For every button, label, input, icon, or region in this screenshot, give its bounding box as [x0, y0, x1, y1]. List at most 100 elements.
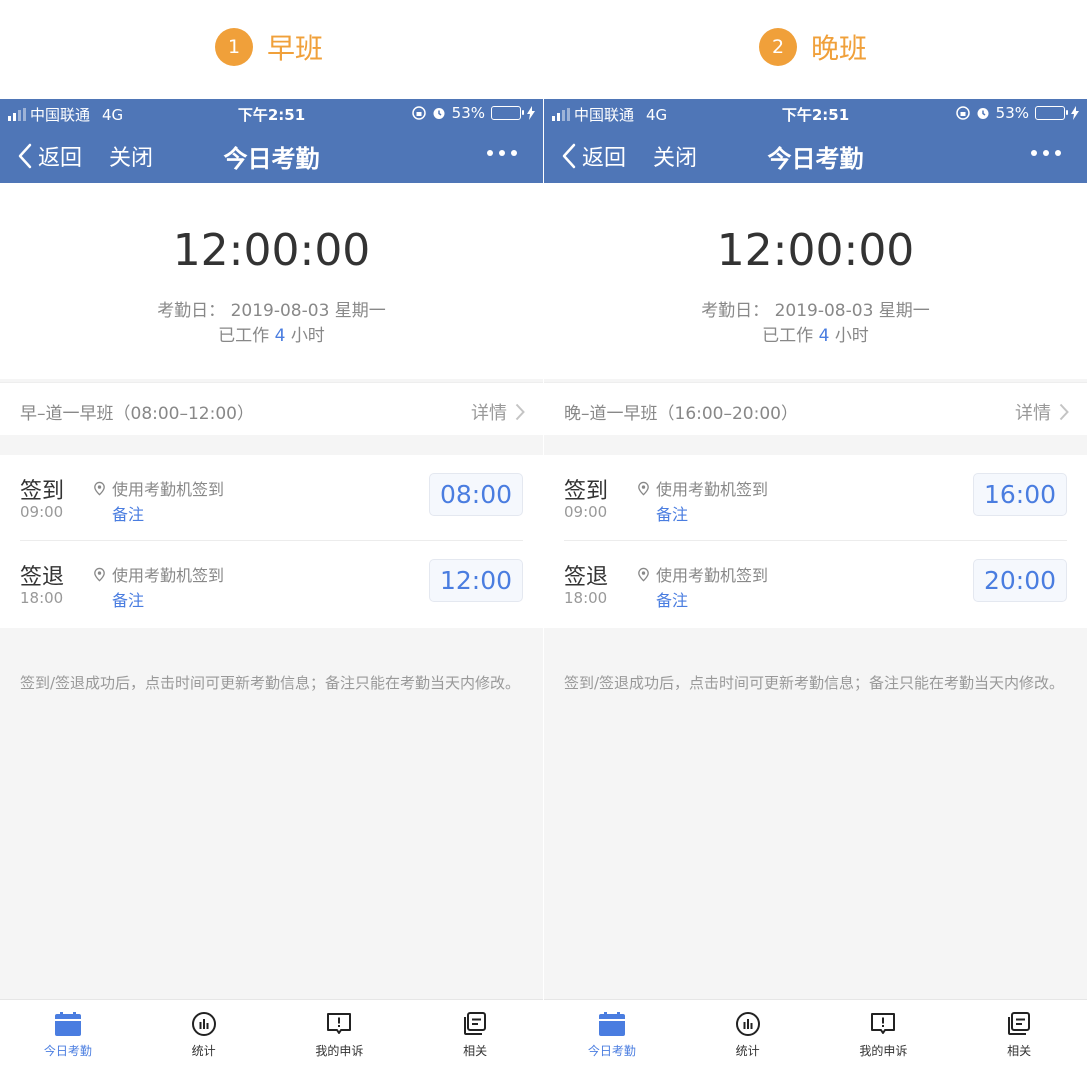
check-out-record: 签退 18:00 使用考勤机签到 备注 12:00: [0, 541, 543, 627]
method-label: 使用考勤机签到: [112, 566, 225, 585]
check-out-time-button[interactable]: 12:00: [429, 559, 523, 602]
note-link[interactable]: 备注: [112, 587, 144, 611]
worked-prefix: 已工作: [218, 326, 270, 346]
tip-text: 签到/签退成功后，点击时间可更新考勤信息；备注只能在考勤当天内修改。: [564, 674, 1065, 692]
date-value: 2019-08-03 星期一: [230, 301, 386, 321]
location-pin-icon: [638, 567, 649, 581]
close-button[interactable]: 关闭: [653, 140, 697, 172]
appeal-icon: [325, 1010, 353, 1038]
clock-panel: 12:00:00 考勤日： 2019-08-03 星期一 已工作 4 小时: [544, 183, 1087, 379]
tab-related[interactable]: 相关: [407, 1000, 543, 1066]
check-out-record: 签退 18:00 使用考勤机签到 备注 20:00: [544, 541, 1087, 627]
check-method: 使用考勤机签到: [636, 476, 768, 500]
current-time: 12:00:00: [716, 225, 915, 276]
note-link[interactable]: 备注: [112, 501, 144, 525]
worked-hours-value: 4: [818, 326, 830, 346]
shift-name: 早–道一早班（08:00–12:00）: [20, 404, 254, 424]
location-pin-icon: [94, 481, 105, 495]
tab-bar: 今日考勤 统计 我的申诉 相关: [0, 999, 543, 1066]
step-number-badge: 1: [215, 28, 253, 66]
shift-row: 早–道一早班（08:00–12:00） 详情: [0, 382, 543, 435]
note-link[interactable]: 备注: [656, 501, 688, 525]
close-button[interactable]: 关闭: [109, 140, 153, 172]
charging-icon: [1071, 106, 1079, 120]
attendance-records: 签到 09:00 使用考勤机签到 备注 08:00 签退 18:00 使用考勤机…: [0, 455, 543, 628]
step-number-badge: 2: [759, 28, 797, 66]
record-label: 签到: [20, 479, 65, 504]
check-in-time-button[interactable]: 16:00: [973, 473, 1067, 516]
step-label: 早班: [267, 32, 324, 65]
check-out-time-button[interactable]: 20:00: [973, 559, 1067, 602]
chevron-left-icon: [562, 143, 576, 169]
check-in-record: 签到 09:00 使用考勤机签到 备注 08:00: [0, 455, 543, 541]
step-label: 晚班: [811, 32, 868, 65]
scheduled-time: 09:00: [20, 503, 64, 521]
calendar-icon: [598, 1010, 626, 1038]
back-button[interactable]: 返回: [562, 140, 626, 172]
current-time: 12:00:00: [172, 225, 371, 276]
tab-label: 今日考勤: [43, 1044, 92, 1058]
note-link[interactable]: 备注: [656, 587, 688, 611]
orientation-lock-icon: [411, 106, 426, 120]
shift-name: 晚–道一早班（16:00–20:00）: [564, 404, 798, 424]
tab-today-attendance[interactable]: 今日考勤: [544, 1000, 680, 1066]
label-morning-shift: 1 早班: [215, 28, 323, 66]
tab-label: 相关: [1007, 1044, 1032, 1058]
method-label: 使用考勤机签到: [656, 480, 769, 499]
back-label: 返回: [582, 146, 627, 171]
tab-related[interactable]: 相关: [951, 1000, 1087, 1066]
worked-hours: 已工作 4 小时: [544, 321, 1087, 346]
attendance-date: 考勤日： 2019-08-03 星期一: [0, 296, 543, 321]
tab-my-appeals[interactable]: 我的申诉: [272, 1000, 408, 1066]
scheduled-time: 18:00: [564, 589, 608, 607]
scheduled-time: 09:00: [564, 503, 608, 521]
tab-label: 相关: [463, 1044, 488, 1058]
worked-hours-value: 4: [274, 326, 286, 346]
phone-screen-morning: 中国联通 4G 下午2:51 53% 返回 关闭 今日考勤 12:00:00 考…: [0, 99, 543, 1066]
worked-prefix: 已工作: [762, 326, 814, 346]
date-label: 考勤日：: [701, 301, 770, 321]
top-bar: 中国联通 4G 下午2:51 53% 返回 关闭 今日考勤: [544, 99, 1087, 183]
stats-icon: [734, 1010, 762, 1038]
alarm-icon: [977, 108, 989, 119]
tab-my-appeals[interactable]: 我的申诉: [816, 1000, 952, 1066]
orientation-lock-icon: [955, 106, 970, 120]
tab-statistics[interactable]: 统计: [680, 1000, 816, 1066]
method-label: 使用考勤机签到: [112, 480, 225, 499]
tab-label: 今日考勤: [587, 1044, 636, 1058]
charging-icon: [527, 106, 535, 120]
more-menu-icon[interactable]: [487, 150, 517, 156]
chevron-right-icon: [1059, 403, 1069, 421]
shift-detail-link[interactable]: 详情: [1015, 399, 1069, 425]
status-bar: 中国联通 4G 下午2:51 53%: [0, 99, 543, 127]
worked-suffix: 小时: [290, 326, 325, 346]
more-menu-icon[interactable]: [1031, 150, 1061, 156]
phone-screen-evening: 中国联通 4G 下午2:51 53% 返回 关闭 今日考勤 12:00:00 考…: [544, 99, 1087, 1066]
record-label: 签退: [564, 565, 609, 590]
tab-label: 我的申诉: [315, 1044, 364, 1058]
worked-suffix: 小时: [834, 326, 869, 346]
tab-today-attendance[interactable]: 今日考勤: [0, 1000, 136, 1066]
method-label: 使用考勤机签到: [656, 566, 769, 585]
calendar-icon: [54, 1010, 82, 1038]
battery-percent: 53%: [995, 104, 1029, 122]
alarm-icon: [433, 108, 445, 119]
back-button[interactable]: 返回: [18, 140, 82, 172]
chevron-left-icon: [18, 143, 32, 169]
tab-statistics[interactable]: 统计: [136, 1000, 272, 1066]
related-icon: [461, 1010, 489, 1038]
check-in-record: 签到 09:00 使用考勤机签到 备注 16:00: [544, 455, 1087, 541]
check-in-time-button[interactable]: 08:00: [429, 473, 523, 516]
attendance-records: 签到 09:00 使用考勤机签到 备注 16:00 签退 18:00 使用考勤机…: [544, 455, 1087, 628]
record-label: 签退: [20, 565, 65, 590]
label-evening-shift: 2 晚班: [759, 28, 867, 66]
related-icon: [1005, 1010, 1033, 1038]
top-bar: 中国联通 4G 下午2:51 53% 返回 关闭 今日考勤: [0, 99, 543, 183]
nav-bar: 返回 关闭 今日考勤: [544, 127, 1087, 183]
tip-text: 签到/签退成功后，点击时间可更新考勤信息；备注只能在考勤当天内修改。: [20, 674, 521, 692]
date-label: 考勤日：: [157, 301, 226, 321]
shift-detail-link[interactable]: 详情: [471, 399, 525, 425]
check-method: 使用考勤机签到: [92, 562, 224, 586]
status-bar: 中国联通 4G 下午2:51 53%: [544, 99, 1087, 127]
check-method: 使用考勤机签到: [636, 562, 768, 586]
